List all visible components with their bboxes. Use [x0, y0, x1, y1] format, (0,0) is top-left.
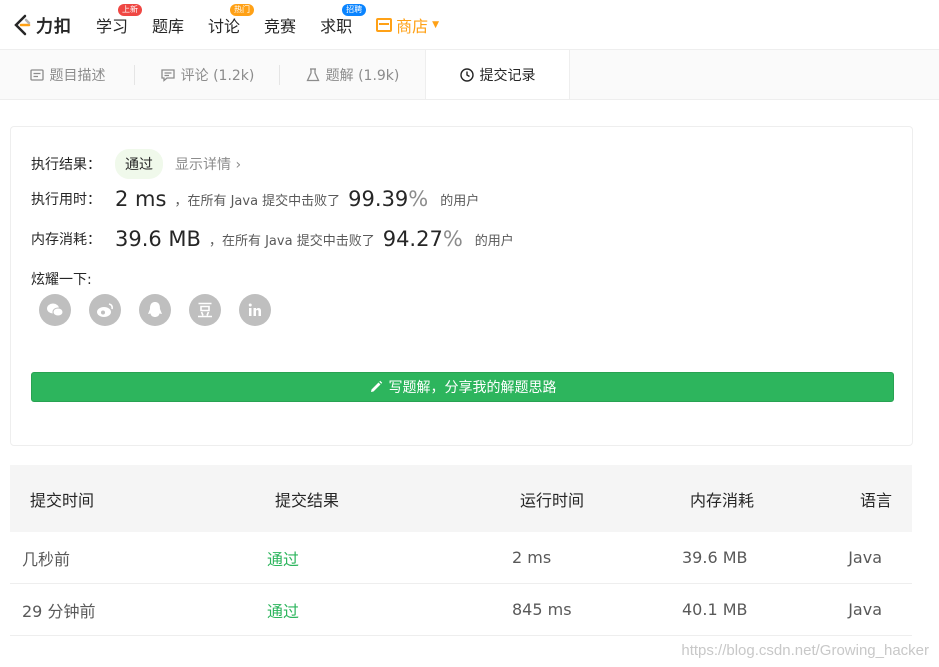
status-badge: 通过: [115, 149, 163, 179]
runtime-value: 2 ms: [115, 187, 167, 211]
submission-result-card: 执行结果： 通过 显示详情 › 执行用时： 2 ms ，在所有 Java 提交中…: [10, 126, 913, 446]
memory-percentile: 94.27%: [383, 227, 463, 251]
nav-item-learn[interactable]: 学习 上新: [96, 0, 143, 50]
memory-label: 内存消耗：: [31, 232, 101, 248]
tab-label: 提交记录: [479, 67, 536, 84]
douban-icon[interactable]: [189, 294, 221, 326]
submission-table: 提交时间 提交结果 运行时间 内存消耗 语言 几秒前 通过 2 ms 39.6 …: [10, 465, 912, 636]
runtime-percentile: 99.39%: [348, 187, 428, 211]
column-header-memory[interactable]: 内存消耗: [670, 487, 840, 511]
nav-item-problems[interactable]: 题库: [152, 0, 184, 50]
nav-item-label: 求职: [320, 16, 353, 36]
clock-icon: [459, 67, 474, 82]
memory-beat-text: ，在所有 Java 提交中击败了: [208, 233, 375, 249]
leetcode-logo-icon: [14, 14, 31, 35]
percent-unit: %: [408, 187, 429, 211]
share-buttons: [39, 294, 271, 326]
table-row[interactable]: 29 分钟前 通过 845 ms 40.1 MB Java: [10, 584, 912, 636]
submission-language: Java: [848, 600, 882, 619]
badge-hiring: 招聘: [342, 3, 367, 16]
users-suffix: 的用户: [440, 193, 480, 209]
memory-row: 内存消耗： 39.6 MB ，在所有 Java 提交中击败了 94.27% 的用…: [31, 227, 514, 251]
column-header-runtime[interactable]: 运行时间: [500, 487, 670, 511]
submission-time: 几秒前: [22, 549, 71, 569]
column-header-language[interactable]: 语言: [840, 487, 912, 511]
linkedin-icon[interactable]: [239, 294, 271, 326]
write-solution-button[interactable]: 写题解，分享我的解题思路: [31, 372, 894, 402]
runtime-percentile-value: 99.39: [348, 187, 409, 211]
table-row[interactable]: 几秒前 通过 2 ms 39.6 MB Java: [10, 532, 912, 584]
users-suffix: 的用户: [474, 233, 514, 249]
top-nav: 力扣 学习 上新 题库 讨论 热门 竞赛 求职 招聘 商店 ▼: [0, 0, 939, 50]
submission-status-link[interactable]: 通过: [255, 546, 500, 570]
wechat-icon[interactable]: [39, 294, 71, 326]
nav-item-label: 竞赛: [264, 16, 297, 36]
table-header: 提交时间 提交结果 运行时间 内存消耗 语言: [10, 465, 912, 532]
percent-unit: %: [442, 227, 463, 251]
nav-item-contest[interactable]: 竞赛: [264, 0, 296, 50]
submission-memory: 39.6 MB: [682, 548, 748, 567]
problem-tabs: 题目描述 评论 (1.2k) 题解 (1.9k) 提交记录: [0, 50, 939, 100]
watermark: https://blog.csdn.net/Growing_hacker: [681, 642, 929, 659]
logo-text: 力扣: [36, 17, 72, 37]
nav-item-store[interactable]: 商店 ▼: [376, 0, 439, 50]
weibo-icon[interactable]: [89, 294, 121, 326]
column-header-result[interactable]: 提交结果: [255, 487, 500, 511]
tab-label: 题解 (1.9k): [325, 67, 400, 84]
store-label: 商店: [396, 16, 429, 36]
nav-item-jobs[interactable]: 求职 招聘: [320, 0, 367, 50]
tab-label: 题目描述: [49, 67, 106, 84]
status-label: 执行结果：: [31, 157, 101, 173]
caret-down-icon: ▼: [432, 19, 440, 30]
runtime-row: 执行用时： 2 ms ，在所有 Java 提交中击败了 99.39% 的用户: [31, 187, 479, 211]
tab-submissions[interactable]: 提交记录: [425, 50, 570, 99]
store-icon: [376, 17, 393, 32]
tab-label: 评论 (1.2k): [180, 67, 255, 84]
description-icon: [29, 68, 44, 81]
nav-item-discuss[interactable]: 讨论 热门: [208, 0, 255, 50]
runtime-beat-text: ，在所有 Java 提交中击败了: [174, 193, 341, 209]
submission-memory: 40.1 MB: [682, 600, 748, 619]
submission-runtime: 845 ms: [512, 600, 572, 619]
pencil-icon: [370, 380, 382, 392]
write-solution-label: 写题解，分享我的解题思路: [388, 380, 557, 396]
submission-time: 29 分钟前: [22, 601, 96, 621]
share-label-row: 炫耀一下:: [31, 269, 92, 289]
logo[interactable]: 力扣: [12, 12, 72, 37]
nav-item-label: 学习: [96, 16, 129, 36]
memory-value: 39.6 MB: [115, 227, 201, 251]
show-details-link[interactable]: 显示详情 ›: [175, 154, 241, 174]
tab-description[interactable]: 题目描述: [0, 50, 135, 99]
runtime-label: 执行用时：: [31, 192, 101, 208]
qq-icon[interactable]: [139, 294, 171, 326]
tab-solutions[interactable]: 题解 (1.9k): [280, 50, 425, 99]
submission-runtime: 2 ms: [512, 548, 552, 567]
result-status-row: 执行结果： 通过 显示详情 ›: [31, 149, 241, 179]
submission-status-link[interactable]: 通过: [255, 598, 500, 622]
memory-percentile-value: 94.27: [382, 227, 443, 251]
share-label: 炫耀一下:: [31, 272, 92, 288]
nav-item-label: 讨论: [208, 16, 241, 36]
flask-icon: [306, 67, 320, 81]
submission-language: Java: [848, 548, 882, 567]
badge-hot: 热门: [230, 3, 255, 16]
badge-new: 上新: [118, 3, 143, 16]
column-header-time[interactable]: 提交时间: [10, 487, 255, 511]
nav-item-label: 题库: [152, 16, 185, 36]
tab-comments[interactable]: 评论 (1.2k): [135, 50, 280, 99]
comment-icon: [160, 68, 175, 82]
